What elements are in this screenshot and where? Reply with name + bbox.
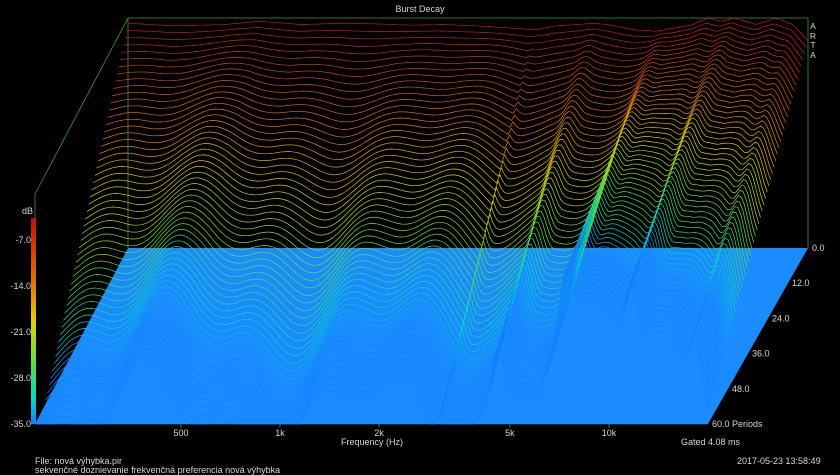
decay-slice [93, 117, 772, 191]
y-tick-label: -7.0 [15, 235, 31, 245]
decay-slice [107, 77, 787, 124]
burst-decay-plot: 500 1k 2k 5k 10k dB-7.0-14.0-21.0-28.0-35.0 … [10, 17, 825, 438]
y-axis-label: dB [22, 206, 33, 216]
decay-slice [121, 36, 802, 67]
z-tick-label: 0.0 [812, 243, 825, 253]
decay-slice [96, 108, 775, 176]
decay-slice [124, 27, 805, 54]
decay-slice [109, 72, 789, 117]
z-tick-label: 12.0 [792, 278, 810, 288]
decay-slice [90, 126, 768, 206]
colorbar [31, 218, 36, 424]
y-tick-label: -14.0 [10, 281, 31, 291]
decay-slice [102, 90, 782, 145]
decay-slice [104, 86, 783, 138]
decay-slice [123, 31, 804, 61]
decay-slice [115, 54, 795, 92]
z-tick-label: 60.0 Periods [712, 419, 763, 429]
brand-label: A R T A [809, 21, 817, 60]
z-tick-label: 24.0 [772, 313, 790, 323]
y-tick-label: -35.0 [10, 419, 31, 429]
datetime-label: 2017-05-23 13:58:49 [737, 456, 821, 466]
x-axis-label: Frequency (Hz) [340, 437, 403, 447]
y-axis-ticks: dB -7.0 -14.0 -21.0 -28.0 -35.0 [10, 206, 33, 429]
x-axis-ticks: 500 1k 2k 5k 10k [173, 424, 617, 438]
decay-slice [116, 50, 797, 86]
y-tick-label: -21.0 [10, 327, 31, 337]
decay-slice [120, 41, 800, 73]
y-tick-label: -28.0 [10, 373, 31, 383]
z-tick-label: 48.0 [732, 384, 750, 394]
chart-title: Burst Decay [395, 4, 445, 14]
gated-label: Gated 4.08 ms [681, 437, 741, 447]
z-tick-label: 36.0 [752, 349, 770, 359]
